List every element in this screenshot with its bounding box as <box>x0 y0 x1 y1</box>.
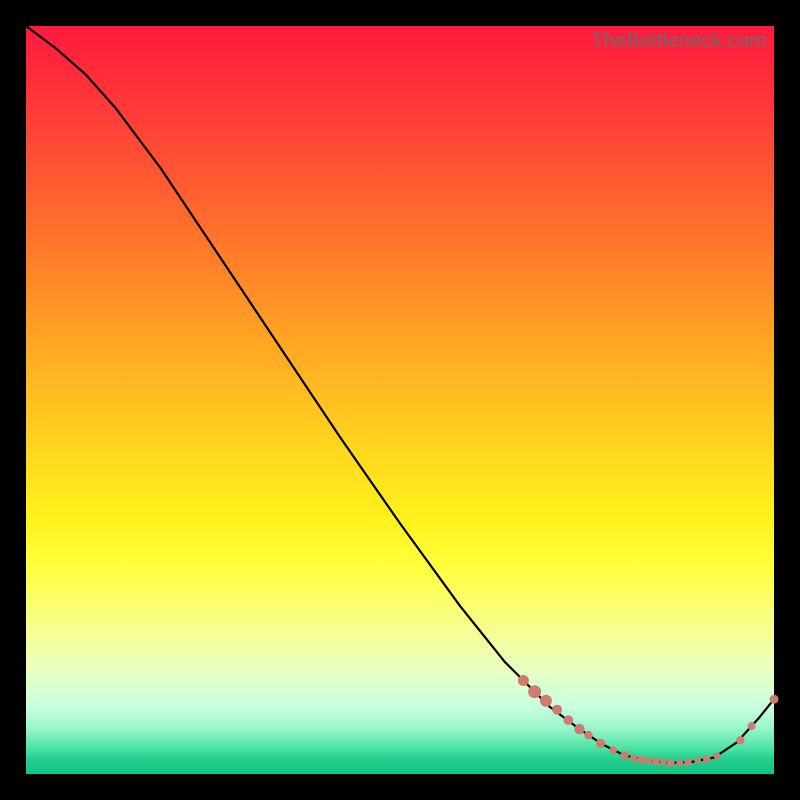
curve-marker-dot <box>703 755 711 763</box>
curve-marker-dot <box>528 685 541 698</box>
curve-marker-group <box>518 675 779 767</box>
curve-marker-dot <box>584 731 592 739</box>
curve-marker-dot <box>637 756 645 764</box>
curve-marker-dot <box>645 757 652 764</box>
curve-marker-dot <box>736 736 744 744</box>
bottleneck-curve <box>26 26 774 763</box>
curve-marker-dot <box>630 755 637 762</box>
curve-marker-dot <box>609 746 617 754</box>
curve-marker-dot <box>770 695 779 704</box>
curve-marker-dot <box>660 759 667 766</box>
curve-marker-dot <box>518 675 529 686</box>
curve-marker-dot <box>694 757 701 764</box>
curve-marker-dot <box>748 722 756 730</box>
curve-marker-dot <box>684 758 692 766</box>
plot-area: TheBottleneck.com <box>26 26 774 774</box>
curve-marker-dot <box>564 715 574 725</box>
curve-marker-dot <box>552 705 562 715</box>
curve-marker-dot <box>596 739 605 748</box>
curve-marker-dot <box>574 724 584 734</box>
curve-marker-dot <box>667 759 675 767</box>
chart-overlay-svg <box>26 26 774 774</box>
curve-marker-dot <box>676 759 683 766</box>
chart-stage: TheBottleneck.com <box>0 0 800 800</box>
curve-marker-dot <box>540 695 552 707</box>
curve-marker-dot <box>714 753 721 760</box>
curve-marker-dot <box>620 751 628 759</box>
curve-marker-dot <box>652 758 660 766</box>
